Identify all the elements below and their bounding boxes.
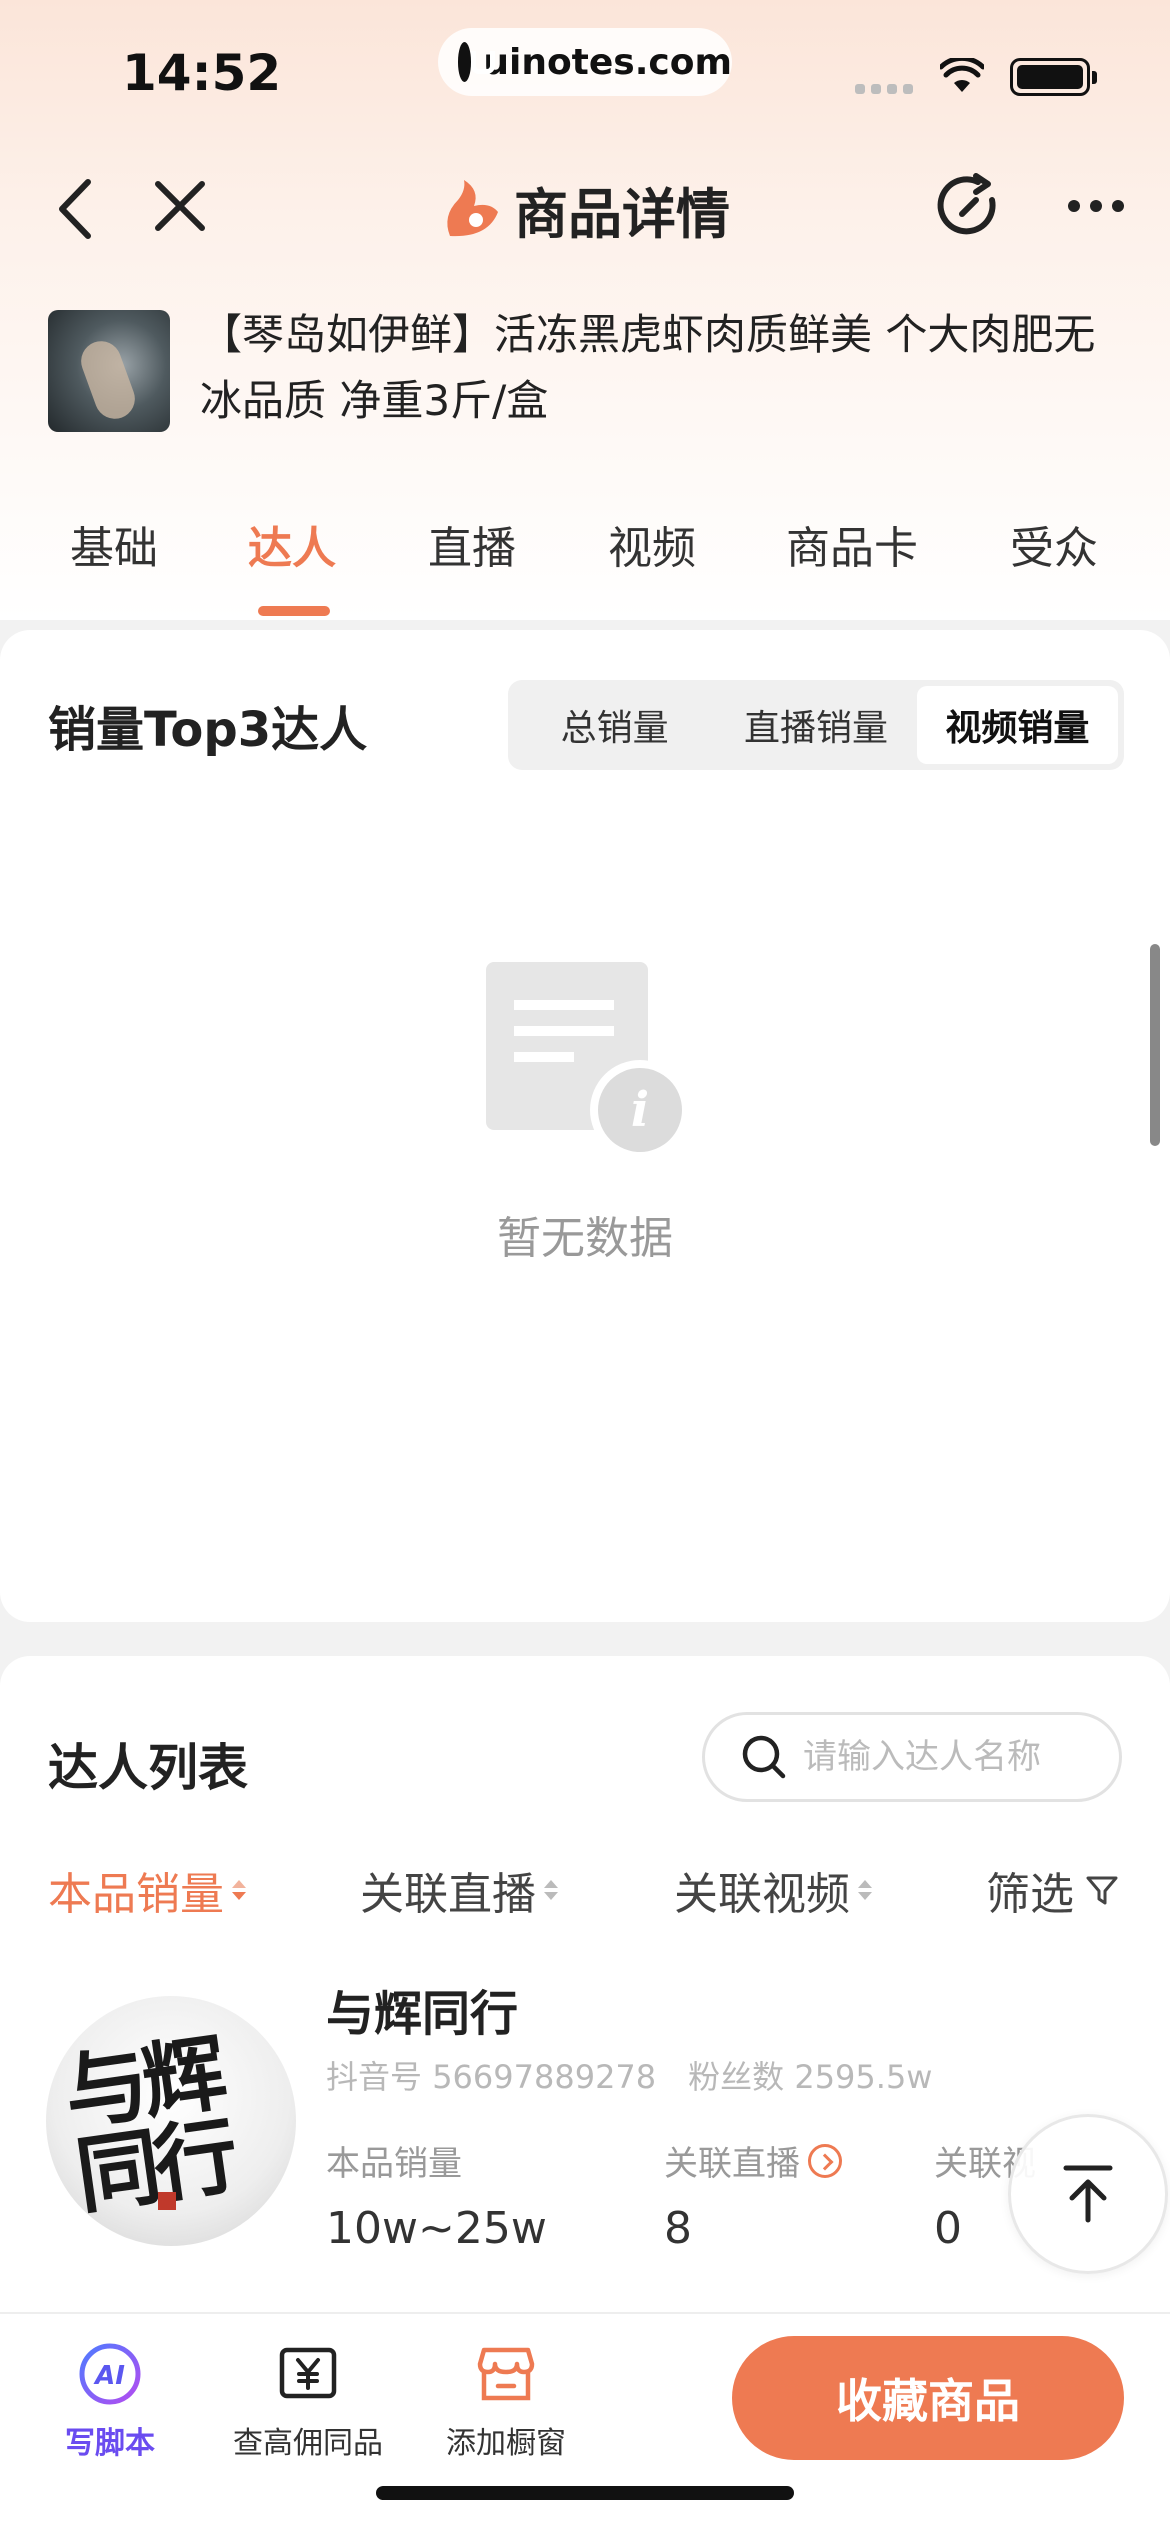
stat-label: 本品销量 <box>326 2144 462 2184</box>
back-to-top-button[interactable] <box>1008 2114 1168 2274</box>
battery-icon <box>1010 58 1097 96</box>
sort-related-video[interactable]: 关联视频 <box>674 1858 872 1922</box>
fans-count: 粉丝数 2595.5w <box>688 2052 932 2098</box>
influencer-meta: 抖音号 56697889278 粉丝数 2595.5w <box>326 2052 932 2098</box>
tab-basic[interactable]: 基础 <box>70 512 158 576</box>
fans-value: 2595.5w <box>794 2058 933 2096</box>
sort-arrows-icon <box>858 1880 872 1900</box>
write-script-label: 写脚本 <box>65 2426 155 2461</box>
close-icon[interactable] <box>152 178 208 234</box>
refresh-icon[interactable] <box>932 170 1004 242</box>
filter-button[interactable]: 筛选 <box>986 1858 1120 1922</box>
douyin-id-label: 抖音号 <box>326 2058 423 2096</box>
list-title: 达人列表 <box>48 1739 248 1797</box>
avatar-calligraphy: 与辉同行 <box>58 2022 239 2226</box>
arrow-right-circle-icon[interactable] <box>808 2143 842 2178</box>
avatar[interactable]: 与辉同行 <box>46 1996 296 2246</box>
douyin-id: 抖音号 56697889278 <box>326 2052 656 2098</box>
scrollbar[interactable] <box>1150 944 1160 1146</box>
home-indicator[interactable] <box>376 2486 794 2500</box>
douyin-id-value: 56697889278 <box>432 2058 657 2096</box>
more-icon[interactable] <box>1068 200 1124 212</box>
search-input[interactable] <box>803 1737 1103 1777</box>
active-tab-indicator <box>258 606 330 616</box>
arrow-up-icon <box>1063 2165 1113 2223</box>
sort-arrows-icon <box>232 1880 246 1900</box>
tab-influencer[interactable]: 达人 <box>248 512 336 576</box>
url-pill[interactable]: uinotes.com <box>438 28 732 96</box>
stat-label: 关联直播 <box>664 2144 800 2184</box>
influencer-search-box[interactable] <box>702 1712 1122 1802</box>
tab-video[interactable]: 视频 <box>608 512 696 576</box>
tab-product-card[interactable]: 商品卡 <box>786 512 918 576</box>
sort-bar: 本品销量 关联直播 关联视频 筛选 <box>0 1846 1170 1926</box>
svg-text:i: i <box>631 1082 649 1138</box>
yuan-icon <box>279 2347 337 2399</box>
empty-data-icon: i <box>486 962 688 1160</box>
url-text: uinotes.com <box>483 41 732 83</box>
avatar-seal-icon <box>158 2192 176 2210</box>
add-showcase-button[interactable]: 添加橱窗 <box>406 2342 606 2462</box>
tab-live[interactable]: 直播 <box>428 512 516 576</box>
site-logo-icon <box>458 42 496 82</box>
sort-arrows-icon <box>544 1880 558 1900</box>
wifi-icon <box>940 58 984 92</box>
brand-logo-icon <box>447 179 498 236</box>
sort-label: 关联直播 <box>360 1869 536 1920</box>
product-title: 【琴岛如伊鲜】活冻黑虎虾肉质鲜美 个大肉肥无冰品质 净重3斤/盒 <box>200 310 1096 425</box>
add-showcase-label: 添加橱窗 <box>446 2426 566 2461</box>
influencer-name: 与辉同行 <box>326 1986 519 2042</box>
tab-bar: 基础 达人 直播 视频 商品卡 受众 <box>0 500 1170 618</box>
filter-icon <box>1086 1876 1118 1905</box>
fans-label: 粉丝数 <box>688 2058 785 2096</box>
sales-segment-control: 总销量 直播销量 视频销量 <box>508 680 1124 770</box>
stat-related-live[interactable]: 关联直播 8 <box>664 2136 842 2254</box>
stat-product-sales: 本品销量 10w~25w <box>326 2136 547 2254</box>
sort-product-sales[interactable]: 本品销量 <box>48 1858 246 1922</box>
stat-value: 8 <box>664 2203 692 2254</box>
search-icon <box>742 1735 786 1779</box>
cellular-signal-icon <box>855 84 913 94</box>
favorite-product-button[interactable]: 收藏商品 <box>732 2336 1124 2460</box>
nav-title-group: 商品详情 <box>436 170 730 249</box>
status-time: 14:52 <box>122 44 282 102</box>
product-thumbnail[interactable] <box>48 310 170 432</box>
top3-title: 销量Top3达人 <box>48 702 368 758</box>
list-item[interactable]: 与辉同行 与辉同行 抖音号 56697889278 粉丝数 2595.5w 本品… <box>0 1956 1170 2256</box>
high-commission-label: 查高佣同品 <box>233 2426 383 2461</box>
ai-icon: AI <box>79 2343 141 2405</box>
store-icon <box>477 2347 535 2401</box>
high-commission-button[interactable]: 查高佣同品 <box>208 2342 408 2462</box>
page-title: 商品详情 <box>514 183 730 246</box>
stat-label-row: 关联直播 <box>664 2136 842 2185</box>
segment-live-sales[interactable]: 直播销量 <box>715 686 916 764</box>
stat-value: 10w~25w <box>326 2203 547 2254</box>
tab-audience[interactable]: 受众 <box>1010 512 1098 576</box>
write-script-button[interactable]: AI 写脚本 <box>10 2342 210 2462</box>
ai-icon-text: AI <box>93 2361 125 2391</box>
sort-label: 关联视频 <box>674 1869 850 1920</box>
top3-card: 销量Top3达人 总销量 直播销量 视频销量 i 暂无数据 <box>0 630 1170 1622</box>
sort-related-live[interactable]: 关联直播 <box>360 1858 558 1922</box>
filter-label: 筛选 <box>986 1869 1074 1920</box>
sort-label: 本品销量 <box>48 1869 224 1920</box>
segment-video-sales[interactable]: 视频销量 <box>916 686 1118 764</box>
segment-total-sales[interactable]: 总销量 <box>514 686 715 764</box>
back-icon[interactable] <box>48 174 108 244</box>
empty-data-text: 暂无数据 <box>497 1213 673 1264</box>
